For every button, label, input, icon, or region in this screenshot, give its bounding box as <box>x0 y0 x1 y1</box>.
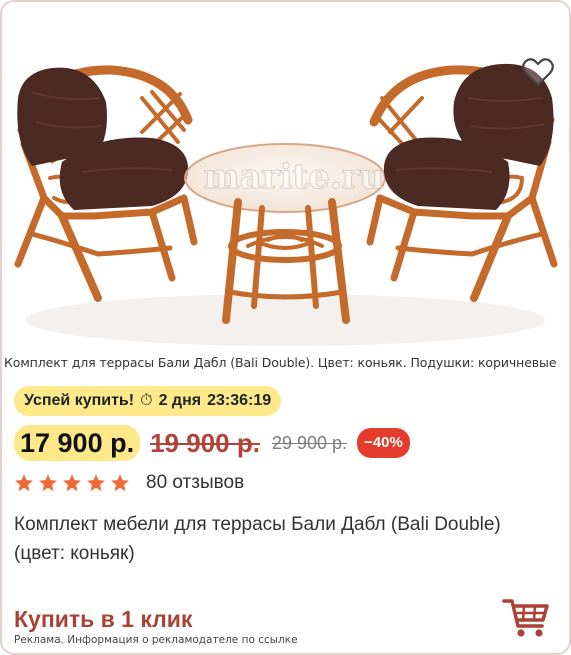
star-icon <box>63 474 81 492</box>
ad-disclaimer[interactable]: Реклама. Информация о рекламодателе по с… <box>14 634 302 646</box>
favorite-button[interactable] <box>521 56 555 90</box>
star-icon <box>111 474 129 492</box>
stopwatch-icon: ⏱ <box>140 392 153 409</box>
product-photo[interactable]: marite.ru Комплект для террасы Бали Дабл… <box>2 2 569 370</box>
countdown-label: Успей купить! <box>24 392 135 409</box>
buy-one-click-button[interactable]: Купить в 1 клик <box>14 606 192 633</box>
current-price: 17 900 р. <box>14 425 141 461</box>
cart-icon <box>502 599 549 637</box>
add-to-cart-button[interactable] <box>502 596 550 640</box>
product-card[interactable]: marite.ru Комплект для террасы Бали Дабл… <box>0 0 571 655</box>
countdown-time: 23:36:19 <box>207 392 272 409</box>
countdown-minutes: 36 <box>230 392 248 409</box>
watermark-text: marite.ru <box>204 157 385 197</box>
original-price: 29 900 р. <box>271 432 348 453</box>
image-caption: Комплект для террасы Бали Дабл (Bali Dou… <box>4 355 557 370</box>
heart-outline-icon <box>522 58 554 87</box>
star-icon <box>39 474 57 492</box>
reviews-count[interactable]: 80 отзывов <box>146 472 244 494</box>
old-price: 19 900 р. <box>150 427 260 458</box>
star-rating <box>14 473 130 493</box>
rating-row[interactable]: 80 отзывов <box>14 472 244 494</box>
price-row: 17 900 р. 19 900 р. 29 900 р. −40% <box>14 425 410 461</box>
countdown-hours: 23 <box>207 392 225 409</box>
product-title[interactable]: Комплект мебели для террасы Бали Дабл (B… <box>14 510 534 568</box>
countdown-badge: Успей купить! ⏱ 2 дня 23:36:19 <box>14 386 282 416</box>
star-icon <box>15 474 33 492</box>
countdown-days: 2 дня <box>158 392 202 409</box>
furniture-illustration: marite.ru <box>14 63 558 346</box>
star-icon <box>87 474 105 492</box>
countdown-seconds: 19 <box>253 392 272 409</box>
discount-badge: −40% <box>357 428 410 458</box>
